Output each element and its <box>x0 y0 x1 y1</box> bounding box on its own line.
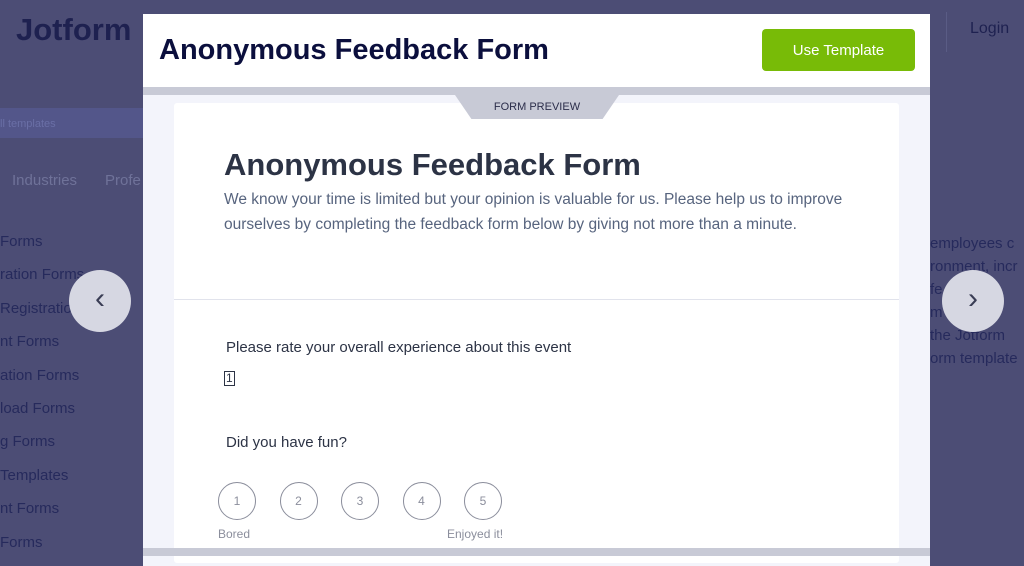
sidebar-item[interactable]: Templates <box>0 466 84 499</box>
scale-high-label: Enjoyed it! <box>447 527 504 541</box>
divider <box>143 548 930 556</box>
sidebar-item[interactable]: nt Forms <box>0 332 84 365</box>
sidebar-item[interactable]: g Forms <box>0 432 84 465</box>
rating-option-5[interactable]: 5 <box>464 482 502 520</box>
sidebar-item[interactable]: load Forms <box>0 399 84 432</box>
question-label: Did you have fun? <box>226 434 347 451</box>
rating-option-3[interactable]: 3 <box>341 482 379 520</box>
divider <box>946 12 947 52</box>
text-line: employees c <box>930 235 1015 252</box>
sidebar-item[interactable]: nt Forms <box>0 499 84 532</box>
modal-header: Anonymous Feedback Form Use Template <box>143 14 930 87</box>
form-title: Anonymous Feedback Form <box>224 147 641 182</box>
rating-option-1[interactable]: 1 <box>218 482 256 520</box>
tab-industries[interactable]: Industries <box>12 172 77 189</box>
text-line: orm template <box>930 350 1018 367</box>
question-label: Please rate your overall experience abou… <box>226 339 572 356</box>
form-description: We know your time is limited but your op… <box>224 191 843 233</box>
form-preview-tab: FORM PREVIEW <box>455 95 619 119</box>
chevron-right-icon[interactable]: › <box>942 270 1004 332</box>
rating-input[interactable]: 1 <box>224 371 235 386</box>
tab-professions[interactable]: Profe <box>105 172 141 189</box>
divider <box>174 299 899 300</box>
form-preview: Anonymous Feedback Form We know your tim… <box>174 103 899 563</box>
rating-option-2[interactable]: 2 <box>279 482 318 520</box>
category-tabs: Industries Profe <box>0 160 143 200</box>
sidebar-item[interactable]: ation Forms <box>0 366 84 399</box>
chevron-left-icon[interactable]: ‹ <box>69 270 131 332</box>
sidebar-item[interactable]: Forms <box>0 232 84 265</box>
sidebar-item[interactable]: Forms <box>0 533 84 566</box>
modal-title: Anonymous Feedback Form <box>159 34 549 66</box>
login-link[interactable]: Login <box>970 20 1009 38</box>
divider <box>143 87 930 95</box>
jotform-logo: Jotform <box>16 12 132 47</box>
sidebar: Forms ration Forms Registratio nt Forms … <box>0 232 84 566</box>
use-template-button[interactable]: Use Template <box>762 29 915 71</box>
rating-option-4[interactable]: 4 <box>402 482 441 520</box>
breadcrumb: ll templates <box>0 108 143 138</box>
template-preview-modal: Anonymous Feedback Form Use Template FOR… <box>143 14 930 566</box>
scale-low-label: Bored <box>218 527 251 541</box>
